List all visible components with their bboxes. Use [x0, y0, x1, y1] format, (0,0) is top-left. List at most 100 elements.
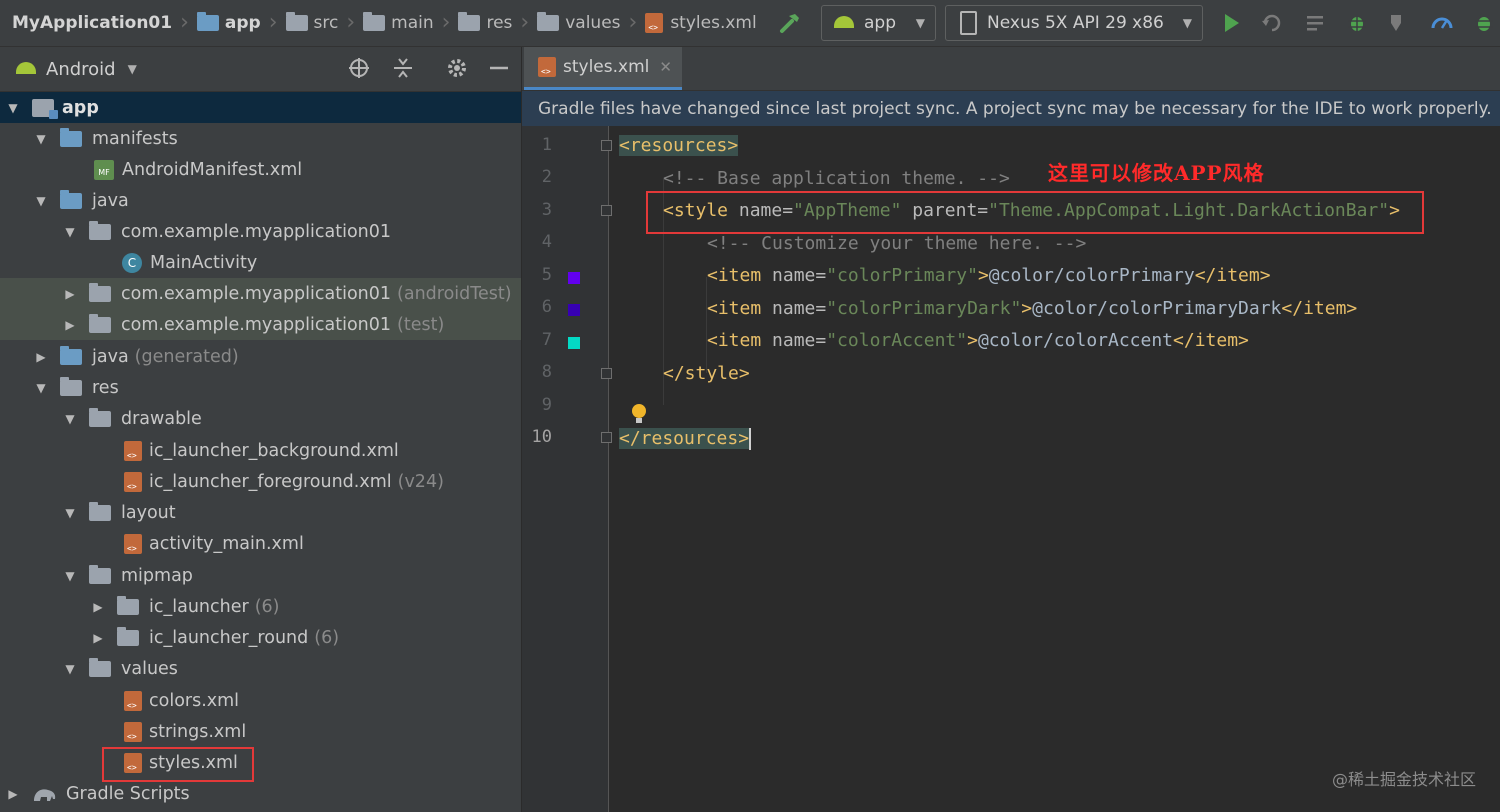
tree-item-drawable[interactable]: ▼ drawable — [0, 403, 521, 434]
tree-item-suffix: (6) — [314, 627, 340, 648]
fold-marker-icon[interactable] — [601, 432, 612, 443]
tree-item-mipmap[interactable]: ▼ mipmap — [0, 560, 521, 591]
breadcrumb-file[interactable]: styles.xml — [645, 13, 757, 33]
run-config-dropdown[interactable]: app ▼ — [821, 5, 936, 41]
text-cursor — [749, 428, 752, 450]
breadcrumb-app[interactable]: app — [196, 12, 261, 33]
code-line-4: <!-- Customize your theme here. --> — [707, 233, 1086, 254]
lightbulb-icon[interactable] — [630, 403, 648, 425]
fold-marker-icon[interactable] — [601, 140, 612, 151]
tree-item-label: activity_main.xml — [149, 533, 304, 554]
folder-icon — [363, 12, 386, 31]
tree-item-activity-main[interactable]: activity_main.xml — [0, 528, 521, 559]
code-line-10: </resources> — [619, 428, 752, 450]
device-dropdown[interactable]: Nexus 5X API 29 x86 ▼ — [945, 5, 1203, 41]
minimize-icon[interactable] — [487, 56, 511, 80]
debug-icon[interactable] — [1345, 11, 1369, 35]
expand-arrow-icon[interactable]: ▼ — [63, 412, 77, 426]
expand-arrow-icon[interactable]: ▼ — [63, 506, 77, 520]
tree-item-gradle-scripts[interactable]: ▶ Gradle Scripts — [0, 778, 521, 809]
tree-item-manifests[interactable]: ▼ manifests — [0, 123, 521, 154]
line-number: 4 — [541, 232, 552, 252]
tree-item-ic-launcher-round[interactable]: ▶ ic_launcher_round (6) — [0, 622, 521, 653]
collapse-all-icon[interactable] — [391, 56, 415, 80]
breadcrumb-app-label: app — [224, 13, 261, 33]
tree-item-app[interactable]: ▼ app — [0, 92, 521, 123]
expand-arrow-icon[interactable]: ▼ — [34, 132, 48, 146]
fold-marker-icon[interactable] — [601, 368, 612, 379]
breadcrumb-main[interactable]: main — [363, 12, 434, 33]
code-line-6: <item name="colorPrimaryDark">@color/col… — [707, 298, 1357, 319]
expand-arrow-icon[interactable]: ▼ — [34, 194, 48, 208]
expand-arrow-icon[interactable]: ▶ — [6, 787, 20, 801]
tree-item-label: java — [92, 346, 129, 367]
tree-item-layout[interactable]: ▼ layout — [0, 497, 521, 528]
expand-arrow-icon[interactable]: ▶ — [91, 631, 105, 645]
tree-item-suffix: (test) — [397, 314, 445, 335]
tree-item-strings[interactable]: strings.xml — [0, 716, 521, 747]
color-primary-dark-swatch[interactable] — [568, 304, 580, 316]
code-token: </resources> — [619, 428, 750, 449]
navigation-bar: MyApplication01 › app › src › main › res… — [0, 0, 1500, 47]
tree-item-styles[interactable]: styles.xml — [0, 747, 521, 778]
xml-file-icon — [124, 533, 142, 554]
run-icon[interactable] — [1219, 11, 1243, 35]
tree-item-package-androidtest[interactable]: ▶ com.example.myapplication01 (androidTe… — [0, 278, 521, 309]
expand-arrow-icon[interactable]: ▼ — [63, 569, 77, 583]
apply-code-changes-icon[interactable] — [1304, 11, 1328, 35]
tab-styles-xml[interactable]: styles.xml ✕ — [524, 47, 682, 90]
folder-icon — [89, 564, 111, 584]
expand-arrow-icon[interactable]: ▼ — [6, 101, 20, 115]
breadcrumb-res[interactable]: res — [458, 12, 512, 33]
project-view-selector[interactable]: Android — [46, 59, 116, 80]
code-token: "colorAccent" — [826, 330, 968, 351]
editor-gutter: 1 2 3 4 5 6 7 8 9 10 — [522, 126, 612, 812]
color-primary-swatch[interactable] — [568, 272, 580, 284]
tree-item-res[interactable]: ▼ res — [0, 372, 521, 403]
expand-arrow-icon[interactable]: ▶ — [63, 318, 77, 332]
tree-item-ic-launcher-background[interactable]: ic_launcher_background.xml — [0, 435, 521, 466]
tree-item-ic-launcher[interactable]: ▶ ic_launcher (6) — [0, 591, 521, 622]
tree-item-ic-launcher-foreground[interactable]: ic_launcher_foreground.xml (v24) — [0, 466, 521, 497]
tree-item-java[interactable]: ▼ java — [0, 185, 521, 216]
expand-arrow-icon[interactable]: ▼ — [34, 381, 48, 395]
breadcrumb-project[interactable]: MyApplication01 — [12, 13, 172, 33]
locate-file-icon[interactable] — [347, 56, 371, 80]
style-line-highlight-box — [646, 191, 1424, 234]
breadcrumb-separator: › — [628, 10, 638, 35]
expand-arrow-icon[interactable]: ▶ — [34, 350, 48, 364]
attach-debugger-icon[interactable] — [1386, 11, 1410, 35]
color-accent-swatch[interactable] — [568, 337, 580, 349]
tree-item-label: ic_launcher_foreground.xml — [149, 471, 392, 492]
tree-item-package-test[interactable]: ▶ com.example.myapplication01 (test) — [0, 309, 521, 340]
xml-file-icon — [124, 440, 142, 461]
class-icon: C — [122, 252, 142, 273]
tree-item-values[interactable]: ▼ values — [0, 653, 521, 684]
indent-guide — [706, 277, 707, 373]
breadcrumb-src[interactable]: src — [285, 12, 338, 33]
device-label: Nexus 5X API 29 x86 — [987, 13, 1164, 33]
tree-item-package-main[interactable]: ▼ com.example.myapplication01 — [0, 216, 521, 247]
breadcrumb-values[interactable]: values — [537, 12, 621, 33]
styles-highlight-box — [102, 747, 254, 782]
bug-sync-icon[interactable] — [1472, 11, 1496, 35]
xml-file-icon — [124, 721, 142, 742]
expand-arrow-icon[interactable]: ▼ — [63, 662, 77, 676]
tree-item-androidmanifest[interactable]: MF AndroidManifest.xml — [0, 154, 521, 185]
tree-item-label: MainActivity — [150, 252, 258, 273]
xml-file-icon — [645, 13, 664, 33]
expand-arrow-icon[interactable]: ▶ — [63, 287, 77, 301]
gear-icon[interactable] — [445, 56, 469, 80]
expand-arrow-icon[interactable]: ▼ — [63, 225, 77, 239]
close-icon[interactable]: ✕ — [659, 58, 672, 76]
profiler-icon[interactable] — [1430, 11, 1454, 35]
apply-changes-icon[interactable] — [1260, 11, 1284, 35]
chevron-down-icon[interactable]: ▼ — [128, 62, 137, 76]
expand-arrow-icon[interactable]: ▶ — [91, 600, 105, 614]
fold-marker-icon[interactable] — [601, 205, 612, 216]
tree-item-java-generated[interactable]: ▶ java (generated) — [0, 341, 521, 372]
tree-item-mainactivity[interactable]: C MainActivity — [0, 247, 521, 278]
tree-item-colors[interactable]: colors.xml — [0, 685, 521, 716]
code-token: <!-- Base application theme. --> — [663, 168, 1010, 189]
build-hammer-icon[interactable] — [778, 11, 802, 35]
